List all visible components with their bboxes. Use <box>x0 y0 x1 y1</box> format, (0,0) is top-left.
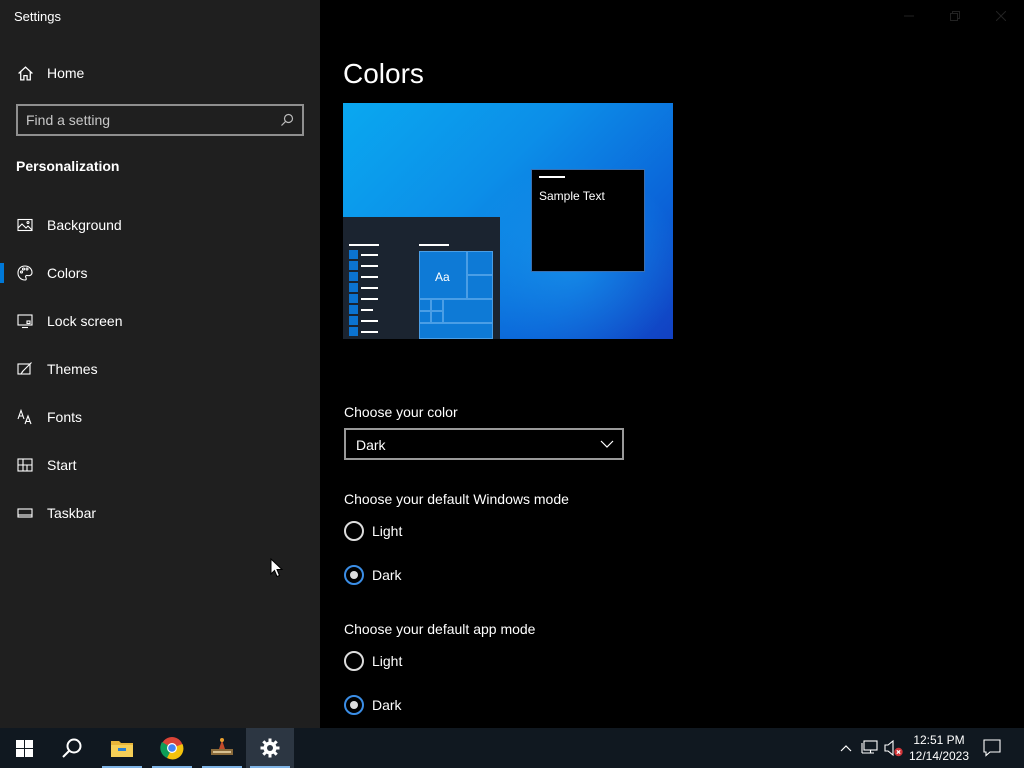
volume-button[interactable] <box>884 738 904 758</box>
notification-icon <box>983 739 1001 757</box>
sidebar-item-label: Fonts <box>47 409 83 425</box>
settings-icon <box>260 738 280 758</box>
start-icon <box>17 458 33 472</box>
sidebar-item-label: Themes <box>47 361 98 377</box>
taskbar: 12:51 PM 12/14/2023 <box>0 728 1024 768</box>
radio-label: Dark <box>372 697 402 713</box>
sidebar-item-label: Lock screen <box>47 313 123 329</box>
sidebar: Settings Home Personalization Background… <box>0 0 320 728</box>
sidebar-item-fonts[interactable]: Fonts <box>0 397 320 437</box>
network-button[interactable] <box>860 738 880 758</box>
fonts-icon <box>17 409 32 425</box>
main-content: Colors Aa Sample Text Choose your color … <box>320 0 1024 728</box>
theme-preview: Aa Sample Text <box>343 103 673 339</box>
radio-button[interactable] <box>344 651 364 671</box>
mouse-cursor-icon <box>270 558 284 578</box>
preview-start-menu: Aa <box>343 217 500 339</box>
radio-label: Light <box>372 653 403 669</box>
sidebar-item-themes[interactable]: Themes <box>0 349 320 389</box>
clock-time: 12:51 PM <box>913 733 965 747</box>
close-button[interactable] <box>978 0 1024 32</box>
sidebar-item-label: Taskbar <box>47 505 97 521</box>
clock-date: 12/14/2023 <box>908 749 970 763</box>
settings-button[interactable] <box>246 728 294 768</box>
app-title: Settings <box>14 9 61 24</box>
windows-logo-icon <box>15 739 33 757</box>
radio-button[interactable] <box>344 695 364 715</box>
app-icon <box>211 738 233 755</box>
radio-label: Light <box>372 523 403 539</box>
file-explorer-button[interactable] <box>98 728 146 768</box>
windows-mode-label: Choose your default Windows mode <box>344 491 569 507</box>
search-input[interactable] <box>26 111 276 129</box>
sidebar-item-label: Colors <box>47 265 88 281</box>
maximize-button[interactable] <box>932 0 978 32</box>
minimize-button[interactable] <box>886 0 932 32</box>
sidebar-item-background[interactable]: Background <box>0 205 320 245</box>
window-controls <box>886 0 1024 32</box>
clock[interactable]: 12:51 PM 12/14/2023 <box>906 732 972 764</box>
start-button[interactable] <box>0 728 48 768</box>
search-icon <box>62 738 82 758</box>
sidebar-item-colors[interactable]: Colors <box>0 253 320 293</box>
chrome-icon <box>160 737 184 760</box>
network-icon <box>861 740 878 754</box>
radio-button[interactable] <box>344 521 364 541</box>
radio-button[interactable] <box>344 565 364 585</box>
sidebar-item-label: Background <box>47 217 122 233</box>
app-button[interactable] <box>198 728 246 768</box>
sidebar-item-home[interactable]: Home <box>0 58 320 88</box>
themes-icon <box>17 362 32 375</box>
chevron-up-icon <box>840 745 852 752</box>
show-hidden-icons-button[interactable] <box>836 738 856 758</box>
sidebar-item-label: Home <box>47 65 85 81</box>
action-center-button[interactable] <box>982 738 1002 758</box>
preview-tile-text: Aa <box>435 270 450 284</box>
preview-sample-text: Sample Text <box>539 189 605 203</box>
choose-color-dropdown[interactable]: Dark <box>344 428 624 460</box>
dropdown-value: Dark <box>356 437 386 453</box>
sidebar-item-start[interactable]: Start <box>0 445 320 485</box>
taskbar-icon <box>17 508 33 518</box>
chevron-down-icon <box>600 440 614 448</box>
sidebar-item-lock-screen[interactable]: Lock screen <box>0 301 320 341</box>
palette-icon <box>17 265 33 281</box>
radio-label: Dark <box>372 567 402 583</box>
search-icon[interactable] <box>280 113 294 127</box>
restore-icon <box>950 11 960 21</box>
sidebar-item-label: Start <box>47 457 77 473</box>
section-title: Personalization <box>16 158 120 174</box>
chrome-button[interactable] <box>148 728 196 768</box>
picture-icon <box>17 218 33 232</box>
windows-mode-dark-option[interactable]: Dark <box>344 564 544 588</box>
search-button[interactable] <box>48 728 96 768</box>
app-mode-light-option[interactable]: Light <box>344 650 544 674</box>
lock-screen-icon <box>17 314 33 329</box>
windows-mode-light-option[interactable]: Light <box>344 520 544 544</box>
choose-color-label: Choose your color <box>344 404 458 420</box>
home-icon <box>18 66 33 81</box>
close-icon <box>996 11 1006 21</box>
preview-window: Sample Text <box>531 169 645 272</box>
sidebar-item-taskbar[interactable]: Taskbar <box>0 493 320 533</box>
volume-muted-icon <box>884 739 903 757</box>
search-box[interactable] <box>16 104 304 136</box>
file-explorer-icon <box>111 741 133 757</box>
minimize-icon <box>904 15 914 17</box>
app-mode-dark-option[interactable]: Dark <box>344 694 544 718</box>
page-title: Colors <box>343 58 424 89</box>
app-mode-label: Choose your default app mode <box>344 621 536 637</box>
